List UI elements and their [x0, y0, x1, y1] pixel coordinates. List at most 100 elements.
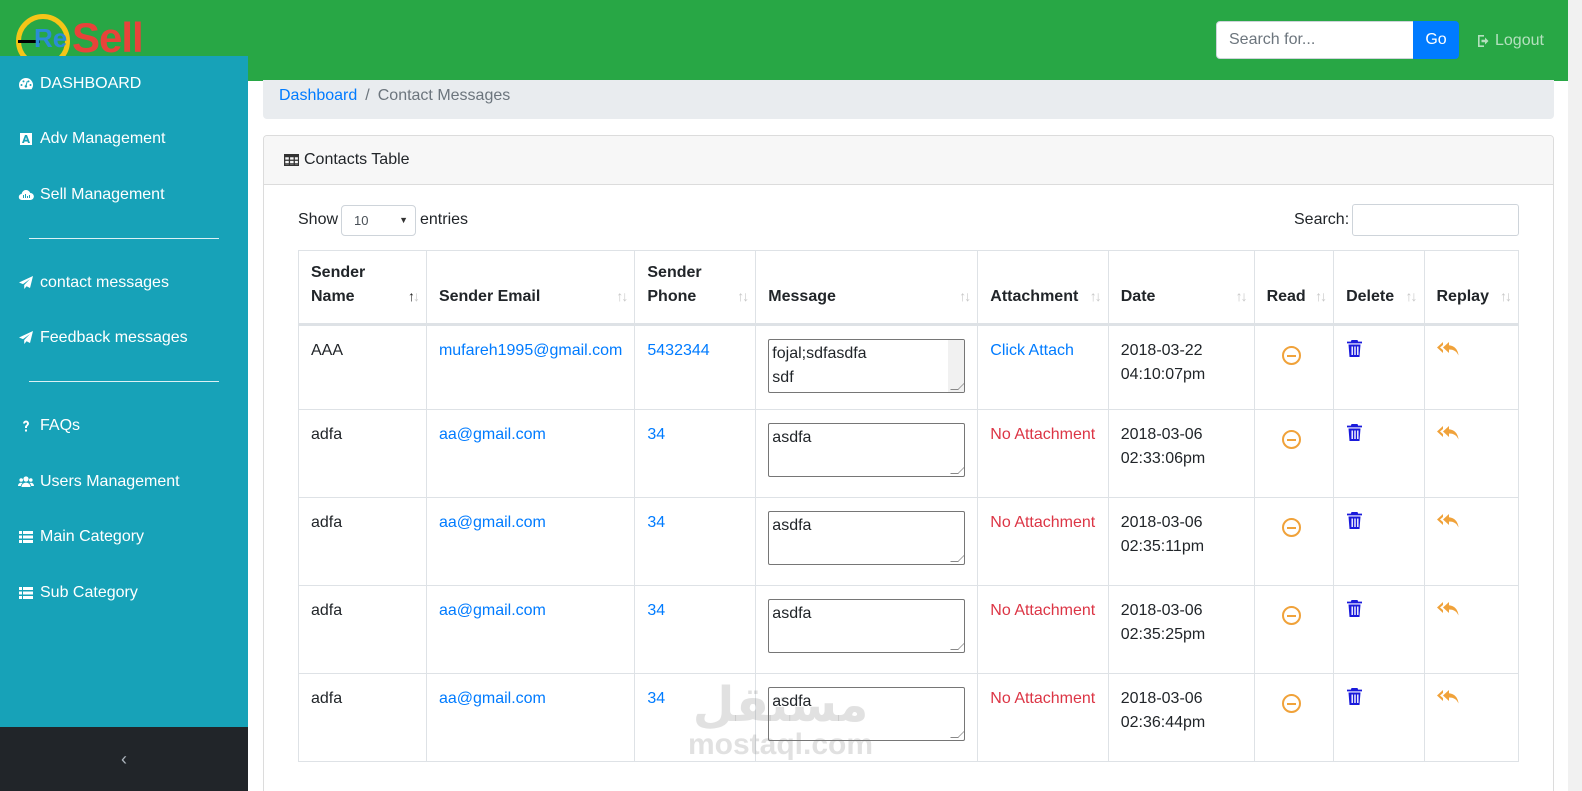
page-scrollbar[interactable]: [1568, 0, 1582, 791]
column-header-replay[interactable]: Replay ↑↓: [1423, 250, 1519, 325]
mark-read-icon[interactable]: [1281, 606, 1301, 625]
breadcrumb-dashboard-link[interactable]: Dashboard: [279, 87, 357, 112]
sender-phone-link[interactable]: 34: [647, 690, 665, 707]
sender-phone-link[interactable]: 34: [647, 514, 665, 531]
reply-all-icon[interactable]: [1436, 689, 1459, 705]
sidebar-item-users-management[interactable]: Users Management: [18, 470, 180, 494]
sender-email-link[interactable]: aa@gmail.com: [439, 514, 546, 531]
logout-link[interactable]: Logout: [1477, 32, 1544, 50]
sort-icon: ↑↓: [1235, 288, 1248, 304]
users-icon: [18, 476, 34, 487]
sender-name: AAA: [311, 342, 344, 359]
trash-icon[interactable]: [1346, 423, 1363, 442]
resize-handle[interactable]: [950, 466, 965, 474]
sidebar-item-sub-category[interactable]: Sub Category: [18, 581, 138, 605]
mark-read-icon[interactable]: [1281, 430, 1301, 449]
message-date: 2018-03-06: [1120, 602, 1203, 619]
sidebar-item-label: DASHBOARD: [40, 75, 142, 92]
sender-phone-link[interactable]: 34: [647, 426, 665, 443]
sort-icon: ↑↓: [959, 288, 971, 304]
cell-replay: [1423, 324, 1519, 410]
cell-date: 2018-03-06 02:33:06pm: [1107, 409, 1255, 498]
sender-email-link[interactable]: aa@gmail.com: [439, 602, 546, 619]
sidebar-item-adv-management[interactable]: Adv Management: [18, 127, 165, 151]
message-textarea[interactable]: asdfa: [768, 599, 966, 653]
cell-delete: [1333, 673, 1425, 762]
trash-icon[interactable]: [1346, 339, 1363, 358]
cell-sender-email: aa@gmail.com: [425, 409, 636, 498]
logout-label: Logout: [1495, 32, 1544, 49]
column-header-label: Delete: [1346, 288, 1395, 305]
resize-handle[interactable]: [950, 642, 965, 650]
entries-label: entries: [420, 211, 469, 228]
column-header-label: Replay: [1436, 288, 1489, 305]
message-textarea[interactable]: asdfa: [768, 423, 966, 477]
trash-icon[interactable]: [1346, 511, 1363, 530]
column-header-sender-email[interactable]: Sender Email ↑↓: [425, 250, 636, 325]
sender-name: adfa: [311, 426, 343, 443]
trash-icon[interactable]: [1346, 599, 1363, 618]
cell-read: [1253, 585, 1335, 674]
mark-read-icon[interactable]: [1281, 518, 1301, 537]
cell-delete: [1333, 497, 1425, 586]
sender-email-link[interactable]: aa@gmail.com: [439, 690, 546, 707]
sidebar-item-label: FAQs: [40, 417, 81, 434]
sort-icon: ↑↓: [1405, 288, 1418, 304]
mark-read-icon[interactable]: [1281, 694, 1301, 713]
cell-sender-phone: 34: [634, 585, 757, 674]
message-date: 2018-03-06: [1120, 690, 1203, 707]
reply-all-icon[interactable]: [1436, 425, 1459, 441]
sender-email-link[interactable]: aa@gmail.com: [439, 426, 546, 443]
cell-read: [1253, 409, 1335, 498]
trash-icon[interactable]: [1346, 687, 1363, 706]
sidebar-item-contact-messages[interactable]: contact messages: [18, 271, 169, 295]
attachment-link[interactable]: Click Attach: [990, 342, 1074, 359]
chevron-left-icon: ‹: [121, 748, 127, 769]
column-header-sender-name[interactable]: Sender Name ↑↓: [298, 250, 427, 325]
sidebar-item-main-category[interactable]: Main Category: [18, 525, 144, 549]
mark-read-icon[interactable]: [1281, 346, 1301, 365]
sender-email-link[interactable]: mufareh1995@gmail.com: [439, 342, 622, 359]
sidebar-item-faqs[interactable]: FAQs: [18, 414, 80, 438]
question-icon: [23, 420, 30, 432]
search-go-button[interactable]: Go: [1413, 21, 1459, 59]
paper-plane-icon: [19, 276, 33, 289]
table-search-input[interactable]: [1352, 204, 1519, 236]
column-header-read[interactable]: Read ↑↓: [1253, 250, 1335, 325]
message-textarea[interactable]: asdfa: [768, 511, 966, 565]
sidebar-item-dashboard[interactable]: DASHBOARD: [18, 72, 141, 96]
cell-replay: [1423, 585, 1519, 674]
sender-phone-link[interactable]: 5432344: [647, 342, 709, 359]
sidebar-divider: [29, 381, 219, 382]
sender-name: adfa: [311, 514, 343, 531]
sender-phone-link[interactable]: 34: [647, 602, 665, 619]
column-header-label: Attachment: [990, 288, 1079, 305]
reply-all-icon[interactable]: [1436, 341, 1459, 357]
sort-asc-icon: ↑↓: [407, 288, 420, 304]
resize-handle[interactable]: [950, 730, 965, 738]
column-header-label: Sender Email: [438, 288, 541, 305]
message-textarea[interactable]: fojal;sdfasdfa sdf: [768, 339, 966, 393]
sidebar-item-feedback-messages[interactable]: Feedback messages: [18, 326, 188, 350]
message-date: 2018-03-06: [1120, 514, 1203, 531]
reply-all-icon[interactable]: [1436, 513, 1459, 529]
logo-sell-text: Sell: [72, 14, 144, 61]
cell-read: [1253, 673, 1335, 762]
resize-handle[interactable]: [950, 554, 965, 562]
no-attachment-label: No Attachment: [990, 514, 1096, 531]
column-header-date[interactable]: Date ↑↓: [1107, 250, 1255, 325]
column-header-attachment[interactable]: Attachment ↑↓: [977, 250, 1109, 325]
sidebar-item-sell-management[interactable]: Sell Management: [18, 183, 165, 207]
reply-all-icon[interactable]: [1436, 601, 1459, 617]
column-header-delete[interactable]: Delete ↑↓: [1333, 250, 1425, 325]
top-search-input[interactable]: [1216, 21, 1414, 59]
cell-sender-email: mufareh1995@gmail.com: [425, 324, 636, 410]
column-header-message[interactable]: Message ↑↓: [755, 250, 979, 325]
watermark-latin: mostaql.com: [688, 728, 874, 761]
dashboard-icon: [19, 78, 33, 90]
page-size-select[interactable]: 10 ▼: [341, 205, 416, 236]
column-header-sender-phone[interactable]: Sender Phone ↑↓: [634, 250, 757, 325]
cell-message: asdfa: [755, 585, 979, 674]
sidebar-item-label: contact messages: [40, 274, 169, 291]
sidebar-collapse-toggle[interactable]: ‹: [0, 727, 248, 791]
